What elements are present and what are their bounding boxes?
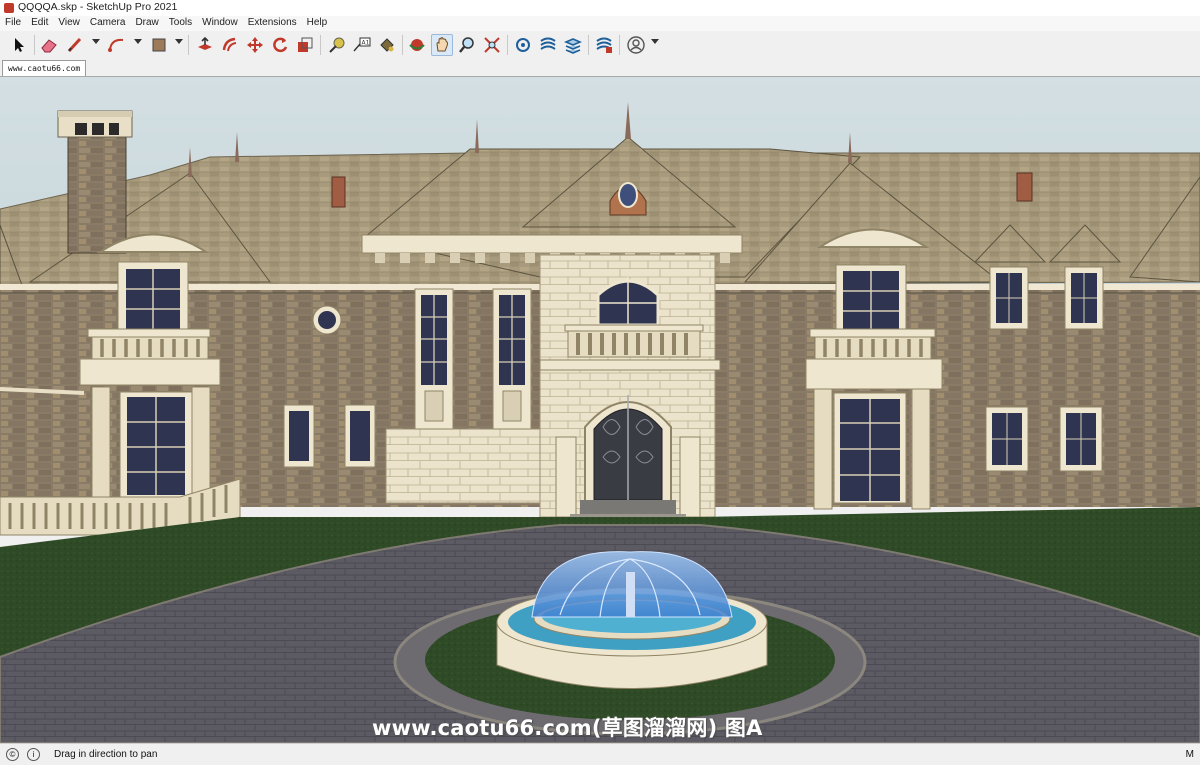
- push-pull-icon: [198, 36, 212, 50]
- user-account-icon: [627, 36, 645, 54]
- warehouse-icon: [516, 38, 530, 52]
- sketchup-app-icon: [4, 3, 14, 13]
- menu-draw[interactable]: Draw: [130, 16, 163, 28]
- status-bar: © i Drag in direction to pan M: [0, 743, 1200, 765]
- text-icon: A1: [353, 37, 371, 52]
- offset-icon: [222, 37, 237, 52]
- push-pull-tool-button[interactable]: [194, 34, 216, 56]
- layout-icon: [564, 38, 582, 54]
- orbit-icon: [409, 39, 425, 51]
- scene-tab[interactable]: www.caotu66.com: [2, 60, 87, 76]
- zoom-extents-icon: [484, 37, 500, 53]
- menu-extensions[interactable]: Extensions: [243, 16, 302, 28]
- main-toolbar: A1: [0, 31, 1200, 60]
- menu-camera[interactable]: Camera: [85, 16, 131, 28]
- eraser-icon: [41, 39, 57, 53]
- menu-edit[interactable]: Edit: [26, 16, 53, 28]
- menu-window[interactable]: Window: [197, 16, 243, 28]
- tape-measure-tool-button[interactable]: [326, 34, 348, 56]
- info-icon[interactable]: i: [27, 748, 40, 761]
- move-tool-button[interactable]: [244, 34, 266, 56]
- select-icon: [15, 38, 24, 52]
- measurements-label: M: [1185, 749, 1194, 760]
- zoom-tool-button[interactable]: [456, 34, 478, 56]
- rotate-tool-button[interactable]: [269, 34, 291, 56]
- zoom-extents-tool-button[interactable]: [481, 34, 503, 56]
- extension-manager-icon: [596, 37, 612, 53]
- select-tool-button[interactable]: [8, 34, 30, 56]
- account-dropdown[interactable]: [651, 39, 659, 44]
- arc-icon: [108, 38, 124, 52]
- warehouse-button[interactable]: [512, 34, 534, 56]
- tape-measure-icon: [329, 37, 345, 53]
- menu-view[interactable]: View: [53, 16, 85, 28]
- extension-warehouse-button[interactable]: [537, 34, 559, 56]
- offset-tool-button[interactable]: [219, 34, 241, 56]
- pan-tool-button[interactable]: [431, 34, 453, 56]
- layout-button[interactable]: [562, 34, 584, 56]
- svg-text:A1: A1: [362, 40, 370, 47]
- line-tool-button[interactable]: [64, 34, 86, 56]
- rectangle-icon: [152, 38, 166, 52]
- scene-tab-bar: www.caotu66.com: [0, 59, 1200, 77]
- paint-bucket-icon: [380, 38, 394, 52]
- rotate-icon: [273, 37, 288, 53]
- title-bar: QQQQA.skp - SketchUp Pro 2021: [0, 0, 1200, 17]
- extension-manager-button[interactable]: [593, 34, 615, 56]
- pan-icon: [436, 37, 448, 52]
- geo-location-icon[interactable]: ©: [6, 748, 19, 761]
- paint-bucket-tool-button[interactable]: [376, 34, 398, 56]
- scale-tool-button[interactable]: [294, 34, 316, 56]
- menu-bar: File Edit View Camera Draw Tools Window Extensi…: [0, 16, 1200, 31]
- shape-tools-dropdown[interactable]: [175, 39, 183, 44]
- arc-tools-dropdown[interactable]: [134, 39, 142, 44]
- move-icon: [247, 37, 263, 53]
- scale-icon: [298, 37, 313, 52]
- arc-tool-button[interactable]: [106, 34, 128, 56]
- model-viewport[interactable]: [0, 77, 1200, 743]
- window-title: QQQQA.skp - SketchUp Pro 2021: [18, 1, 178, 13]
- status-message: Drag in direction to pan: [54, 749, 158, 760]
- zoom-icon: [459, 37, 474, 53]
- line-tools-dropdown[interactable]: [92, 39, 100, 44]
- menu-tools[interactable]: Tools: [164, 16, 197, 28]
- eraser-tool-button[interactable]: [38, 34, 60, 56]
- menu-help[interactable]: Help: [302, 16, 333, 28]
- watermark-text: www.caotu66.com(草图溜溜网) 图A: [372, 716, 763, 740]
- orbit-tool-button[interactable]: [406, 34, 428, 56]
- line-icon: [67, 37, 82, 53]
- menu-file[interactable]: File: [0, 16, 26, 28]
- rectangle-tool-button[interactable]: [148, 34, 170, 56]
- house-model-render: [0, 77, 1200, 743]
- user-account-button[interactable]: [625, 34, 647, 56]
- text-tool-button[interactable]: A1: [351, 34, 373, 56]
- extension-warehouse-icon: [540, 37, 556, 50]
